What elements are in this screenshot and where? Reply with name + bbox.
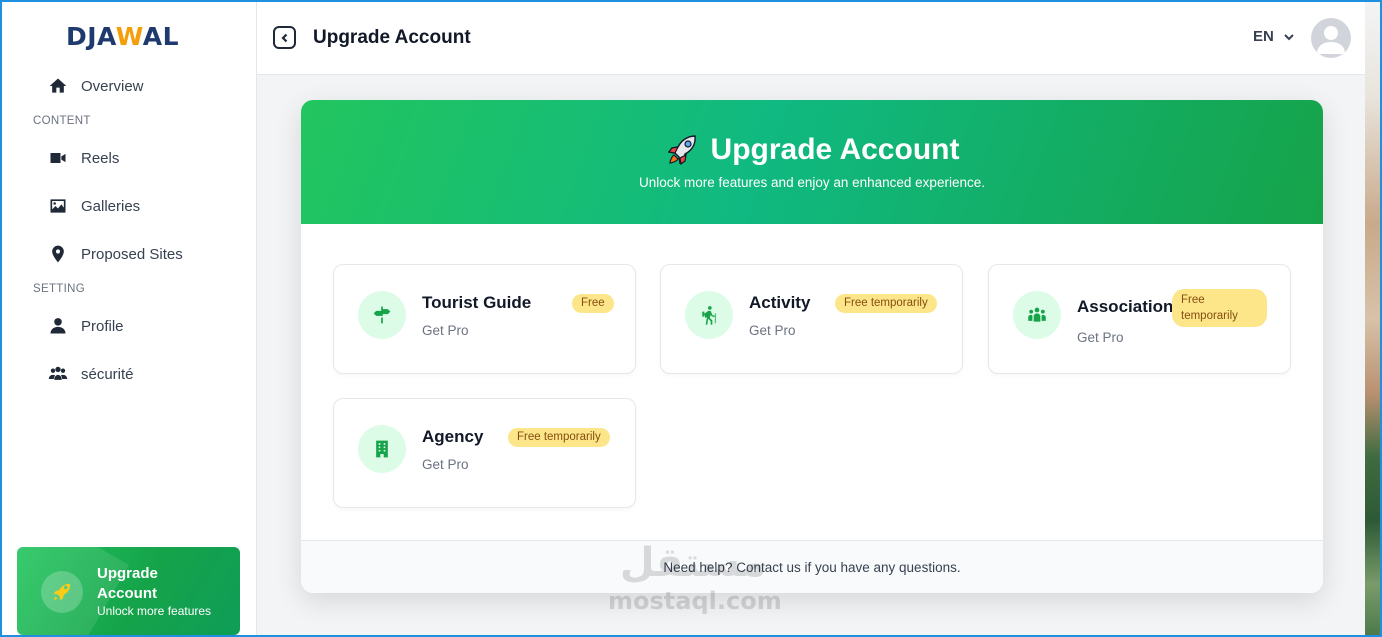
- building-icon: [376, 440, 388, 458]
- option-card-tourist-guide[interactable]: Tourist Guide Get Pro Free: [333, 264, 636, 374]
- page-title: Upgrade Account: [313, 27, 471, 48]
- sidebar-item-label: Galleries: [81, 197, 141, 215]
- status-badge: Free: [572, 294, 614, 313]
- option-title: Agency: [422, 427, 484, 446]
- users-icon: [48, 366, 68, 380]
- people-group-icon: [1028, 307, 1046, 322]
- background-image-strip: [1365, 2, 1380, 635]
- sidebar-item-reels[interactable]: Reels: [48, 144, 119, 172]
- option-icon-circle: [685, 291, 733, 339]
- sidebar-item-securite[interactable]: sécurité: [48, 360, 134, 388]
- brand-logo[interactable]: DJAWAL: [66, 22, 179, 51]
- sidebar-item-label: Proposed Sites: [81, 245, 183, 263]
- sidebar-item-profile[interactable]: Profile: [48, 312, 124, 340]
- status-badge: Free temporarily: [1172, 289, 1267, 327]
- status-badge: Free temporarily: [508, 428, 610, 447]
- sidebar-item-overview[interactable]: Overview: [48, 72, 144, 100]
- sidebar-item-galleries[interactable]: Galleries: [48, 192, 140, 220]
- status-badge: Free temporarily: [835, 294, 937, 313]
- upgrade-hero: Upgrade Account Unlock more features and…: [301, 100, 1323, 224]
- option-title: Activity: [749, 293, 811, 312]
- option-icon-circle: [358, 291, 406, 339]
- hero-title-text: Upgrade Account: [710, 133, 960, 166]
- promo-icon-circle: [41, 571, 83, 613]
- option-subtitle: Get Pro: [749, 323, 796, 338]
- rocket-icon: [53, 583, 71, 601]
- chevron-left-icon: [280, 33, 287, 42]
- top-header: Upgrade Account EN: [257, 2, 1365, 75]
- sidebar-toggle-button[interactable]: [273, 26, 296, 49]
- promo-subtitle: Unlock more features: [97, 604, 212, 618]
- chevron-down-icon: [1284, 33, 1294, 40]
- logo-text-b: AL: [142, 22, 180, 51]
- help-text: Need help? Contact us if you have any qu…: [663, 559, 961, 575]
- option-title: Tourist Guide: [422, 293, 532, 312]
- option-card-activity[interactable]: Activity Get Pro Free temporarily: [660, 264, 963, 374]
- option-card-agency[interactable]: Agency Get Pro Free temporarily: [333, 398, 636, 508]
- sidebar-item-proposed-sites[interactable]: Proposed Sites: [48, 240, 183, 268]
- sidebar-item-label: sécurité: [81, 365, 134, 383]
- sidebar-section-content: CONTENT: [33, 115, 91, 127]
- logo-text-a: DJA: [66, 22, 116, 51]
- user-icon: [50, 318, 66, 334]
- sidebar-item-label: Overview: [81, 77, 144, 95]
- option-title: Association: [1077, 297, 1174, 316]
- logo-text-w: W: [115, 22, 143, 51]
- option-subtitle: Get Pro: [422, 457, 469, 472]
- map-pin-icon: [52, 245, 64, 263]
- card-footer: Need help? Contact us if you have any qu…: [301, 540, 1323, 593]
- home-icon: [49, 78, 67, 93]
- rocket-icon: [667, 135, 696, 166]
- sidebar-item-label: Reels: [81, 149, 120, 167]
- hiking-icon: [702, 306, 716, 325]
- hero-title: Upgrade Account: [301, 132, 1323, 168]
- option-icon-circle: [1013, 291, 1061, 339]
- sidebar-item-label: Profile: [81, 317, 124, 335]
- option-card-association[interactable]: Association Get Pro Free temporarily: [988, 264, 1291, 374]
- sidebar: DJAWAL Overview CONTENT Reels Galleries …: [2, 2, 257, 635]
- language-selector[interactable]: EN: [1253, 28, 1295, 45]
- sidebar-upgrade-promo[interactable]: Upgrade Account Unlock more features: [17, 547, 240, 635]
- hero-subtitle: Unlock more features and enjoy an enhanc…: [639, 175, 985, 190]
- option-subtitle: Get Pro: [422, 323, 469, 338]
- upgrade-card: Upgrade Account Unlock more features and…: [301, 100, 1323, 593]
- promo-title: Upgrade Account: [97, 565, 158, 602]
- language-label: EN: [1253, 28, 1274, 45]
- option-icon-circle: [358, 425, 406, 473]
- user-avatar[interactable]: [1311, 18, 1351, 58]
- option-subtitle: Get Pro: [1077, 330, 1124, 345]
- image-icon: [50, 199, 66, 213]
- video-icon: [50, 153, 66, 163]
- sidebar-section-setting: SETTING: [33, 283, 85, 295]
- avatar-placeholder-icon: [1317, 26, 1345, 54]
- signpost-icon: [373, 306, 391, 324]
